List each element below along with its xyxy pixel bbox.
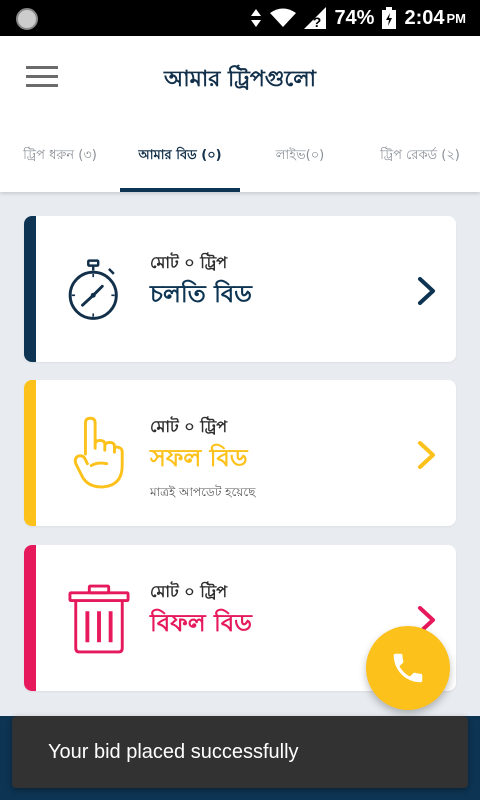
tab-take-trip[interactable]: ট্রিপ ধরুন (৩)	[0, 120, 120, 192]
battery-percent: 74%	[334, 6, 375, 29]
snackbar: Your bid placed successfully	[12, 716, 468, 788]
page-title: আমার ট্রিপগুলো	[164, 67, 316, 92]
signal-unknown-icon: ?	[304, 7, 327, 29]
card-accent-bar	[24, 545, 36, 691]
card-trip-count: মোট ০ ট্রিপ	[150, 582, 228, 601]
snackbar-message: Your bid placed successfully	[48, 740, 299, 763]
phone-icon	[393, 653, 423, 683]
clock-time: 2:04	[404, 6, 445, 29]
card-trip-count: মোট ০ ট্রিপ	[150, 417, 228, 436]
chevron-right-icon	[418, 441, 435, 469]
clock-ampm: PM	[446, 10, 467, 26]
battery-charging-icon	[382, 7, 397, 29]
stopwatch-icon	[68, 259, 118, 320]
wifi-icon	[270, 8, 297, 27]
tab-bar: ট্রিপ ধরুন (৩) আমার বিড (০) লাইভ(০) ট্রি…	[0, 120, 480, 192]
trash-icon	[68, 584, 130, 654]
card-title: সফল বিড	[150, 444, 248, 472]
card-accent-bar	[24, 216, 36, 362]
call-fab-button[interactable]	[366, 626, 450, 710]
card-successful-bids[interactable]: মোট ০ ট্রিপ সফল বিড মাত্রই আপডেট হয়েছে	[24, 380, 456, 526]
card-update-note: মাত্রই আপডেট হয়েছে	[150, 485, 256, 499]
pointing-hand-icon	[73, 416, 124, 489]
card-accent-bar	[24, 380, 36, 526]
card-trip-count: মোট ০ ট্রিপ	[150, 253, 228, 272]
data-arrows-icon	[251, 9, 262, 27]
tab-my-bids[interactable]: আমার বিড (০)	[120, 120, 240, 192]
app-header: আমার ট্রিপগুলো	[0, 36, 480, 120]
status-bar: ? 74% 2:04 PM	[0, 0, 480, 36]
tab-live[interactable]: লাইভ(০)	[240, 120, 360, 192]
card-title: বিফল বিড	[150, 609, 252, 637]
chevron-right-icon	[418, 277, 435, 305]
tab-trip-record[interactable]: ট্রিপ রেকর্ড (২)	[360, 120, 480, 192]
svg-text:?: ?	[313, 14, 322, 29]
notification-app-icon	[16, 8, 38, 30]
card-title: চলতি বিড	[150, 280, 252, 308]
card-current-bids[interactable]: মোট ০ ট্রিপ চলতি বিড	[24, 216, 456, 362]
